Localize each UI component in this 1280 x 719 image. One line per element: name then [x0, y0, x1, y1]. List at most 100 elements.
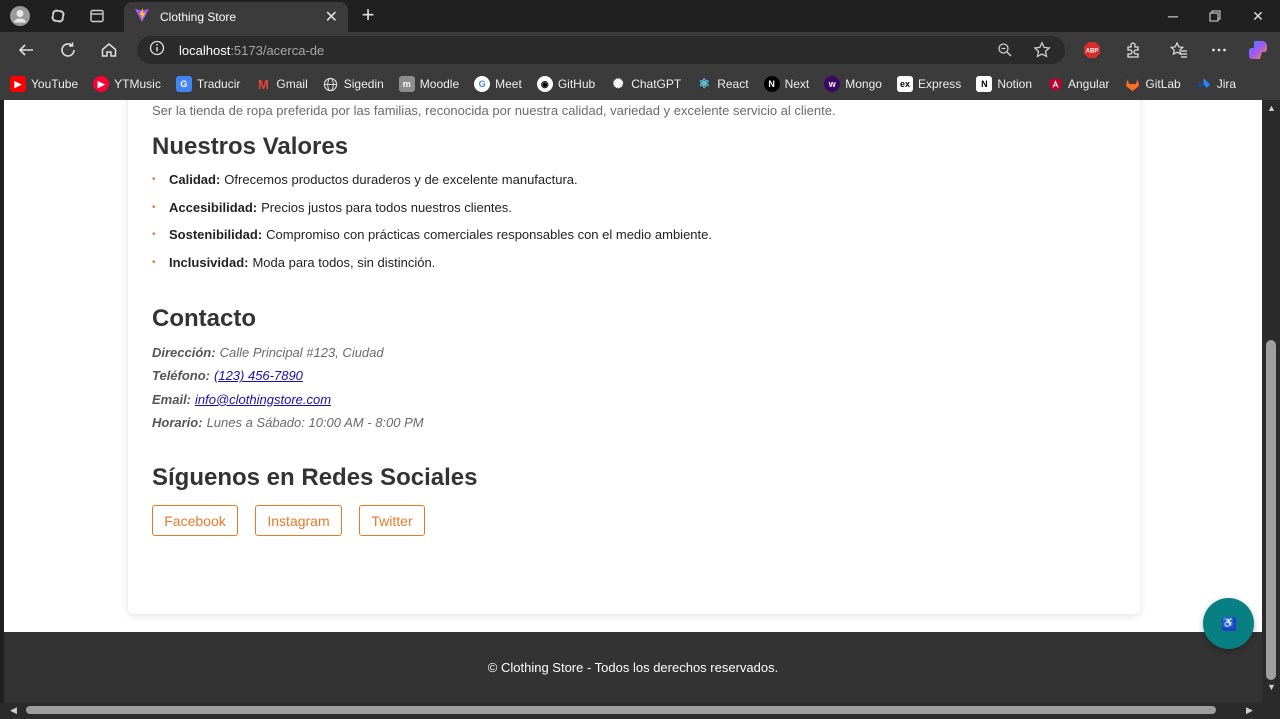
- vision-text: Ser la tienda de ropa preferida por las …: [152, 103, 836, 118]
- value-item: • Calidad: Ofrecemos productos duraderos y…: [152, 172, 578, 187]
- new-tab-icon[interactable]: +: [356, 2, 380, 27]
- bookmark-moodle[interactable]: m Moodle: [398, 76, 459, 92]
- accessibility-icon: ♿: [1221, 616, 1236, 631]
- bookmark-chatgpt[interactable]: ✺ ChatGPT: [610, 76, 681, 92]
- express-icon: ex: [896, 76, 913, 92]
- bookmark-traducir[interactable]: G Traducir: [175, 76, 240, 92]
- globe-icon: [323, 76, 339, 92]
- bookmark-meet[interactable]: G Meet: [474, 76, 522, 92]
- footer-text: © Clothing Store - Todos los derechos re…: [487, 660, 779, 675]
- bookmark-github[interactable]: ◉ GitHub: [536, 76, 595, 92]
- next-icon: N: [763, 76, 780, 92]
- value-item: • Sostenibilidad: Compromiso con prácticas…: [152, 227, 712, 242]
- bookmark-gmail[interactable]: M Gmail: [255, 76, 308, 92]
- contact-email: Email: info@clothingstore.com: [152, 391, 332, 407]
- bullet-icon: •: [152, 174, 156, 185]
- values-heading: Nuestros Valores: [152, 133, 349, 160]
- site-info-icon[interactable]: [149, 40, 165, 61]
- bookmark-next[interactable]: N Next: [763, 76, 809, 92]
- jira-icon: [1196, 76, 1212, 92]
- bookmark-jira[interactable]: Jira: [1196, 76, 1236, 92]
- reload-icon[interactable]: [56, 38, 80, 62]
- close-window-icon[interactable]: ✕: [1246, 4, 1270, 28]
- notion-icon: N: [976, 76, 993, 92]
- bullet-icon: •: [152, 256, 156, 268]
- close-tab-icon[interactable]: ✕: [325, 7, 338, 27]
- twitter-button[interactable]: Twitter: [359, 505, 425, 536]
- chatgpt-icon: ✺: [612, 76, 624, 91]
- bookmark-react[interactable]: ⚛ React: [696, 76, 748, 92]
- adblock-plus-icon[interactable]: ABP: [1080, 38, 1104, 62]
- home-icon[interactable]: [97, 38, 121, 62]
- scroll-up-icon[interactable]: ▲: [1267, 103, 1276, 113]
- horizontal-scroll-thumb[interactable]: [26, 706, 1216, 714]
- email-link[interactable]: info@clothingstore.com: [195, 392, 331, 407]
- contact-heading: Contacto: [152, 305, 256, 332]
- scroll-right-icon[interactable]: ▶: [1246, 705, 1253, 716]
- scroll-left-icon[interactable]: ◀: [10, 705, 17, 716]
- site-footer: © Clothing Store - Todos los derechos re…: [4, 632, 1262, 703]
- svg-text:ABP: ABP: [1086, 49, 1099, 55]
- gitlab-icon: [1124, 76, 1140, 92]
- moodle-icon: m: [398, 76, 415, 92]
- google-icon: G: [474, 76, 491, 92]
- vertical-scrollbar[interactable]: ▲ ▼: [1262, 100, 1280, 703]
- social-buttons: Facebook Instagram Twitter: [152, 505, 442, 536]
- github-icon: ◉: [536, 76, 553, 92]
- bookmark-ytmusic[interactable]: ▶ YTMusic: [93, 76, 161, 92]
- tab-title: Clothing Store: [160, 10, 237, 24]
- value-item: • Inclusividad: Moda para todos, sin disti…: [152, 254, 436, 270]
- back-icon[interactable]: [14, 38, 38, 62]
- url-host: localhost: [179, 42, 231, 58]
- favorites-icon[interactable]: [1167, 38, 1191, 62]
- bullet-icon: •: [152, 201, 156, 213]
- extensions-icon[interactable]: [1121, 38, 1145, 62]
- accessibility-button[interactable]: ♿: [1203, 598, 1254, 649]
- contact-hours: Horario: Lunes a Sábado: 10:00 AM - 8:00 …: [152, 415, 424, 431]
- contact-phone: Teléfono: (123) 456-7890: [152, 368, 303, 384]
- minimize-icon[interactable]: ─: [1161, 4, 1185, 28]
- address-bar[interactable]: localhost:5173/acerca-de: [137, 36, 1065, 64]
- contact-address: Dirección: Calle Principal #123, Ciudad: [152, 345, 384, 360]
- bookmarks-bar: ▶ YouTube ▶ YTMusic G Traducir M Gmail Siged…: [0, 68, 1280, 100]
- mongo-icon: w: [824, 76, 841, 92]
- bookmark-notion[interactable]: N Notion: [976, 76, 1032, 92]
- bookmark-gitlab[interactable]: GitLab: [1124, 76, 1181, 92]
- bookmark-mongo[interactable]: w Mongo: [824, 76, 882, 92]
- value-item: • Accesibilidad: Precios justos para todos…: [152, 199, 512, 215]
- bookmark-angular[interactable]: Angular: [1047, 76, 1109, 92]
- react-icon: ⚛: [698, 76, 711, 91]
- bullet-icon: •: [152, 229, 156, 240]
- copilot-icon[interactable]: [1246, 38, 1270, 62]
- favorite-star-icon[interactable]: [1032, 40, 1052, 60]
- browser-toolbar: localhost:5173/acerca-de ABP: [0, 32, 1280, 68]
- bookmark-express[interactable]: ex Express: [896, 76, 961, 92]
- bookmark-sigedin[interactable]: Sigedin: [323, 76, 384, 92]
- youtube-icon: ▶: [10, 76, 26, 92]
- scroll-down-icon[interactable]: ▼: [1267, 682, 1276, 692]
- horizontal-scrollbar[interactable]: ◀ ▶: [0, 703, 1280, 719]
- tab-bar: Clothing Store ✕ + ─ ✕: [0, 0, 1280, 32]
- social-heading: Síguenos en Redes Sociales: [152, 464, 478, 491]
- profile-avatar-icon[interactable]: [8, 4, 32, 28]
- phone-link[interactable]: (123) 456-7890: [214, 368, 303, 383]
- tab-clothing-store[interactable]: Clothing Store ✕: [124, 2, 348, 32]
- instagram-button[interactable]: Instagram: [255, 505, 342, 536]
- facebook-button[interactable]: Facebook: [152, 505, 238, 536]
- more-options-icon[interactable]: [1207, 38, 1231, 62]
- workspaces-icon[interactable]: [46, 4, 70, 28]
- bookmark-youtube[interactable]: ▶ YouTube: [10, 76, 78, 92]
- vite-favicon-icon: [134, 7, 150, 28]
- angular-icon: [1047, 76, 1063, 92]
- gmail-icon: M: [257, 76, 269, 92]
- values-list: • Calidad: Ofrecemos productos duraderos y…: [152, 172, 712, 282]
- contact-info: Dirección: Calle Principal #123, Ciudad T…: [152, 345, 424, 439]
- translate-icon: G: [175, 76, 192, 92]
- restore-icon[interactable]: [1203, 4, 1227, 28]
- tab-actions-icon[interactable]: [85, 4, 109, 28]
- vertical-scroll-thumb[interactable]: [1266, 340, 1276, 680]
- ytmusic-icon: ▶: [93, 76, 110, 92]
- zoom-icon[interactable]: [995, 40, 1015, 60]
- about-card: Ser la tienda de ropa preferida por las …: [128, 100, 1140, 614]
- url-path: :5173/acerca-de: [230, 42, 325, 58]
